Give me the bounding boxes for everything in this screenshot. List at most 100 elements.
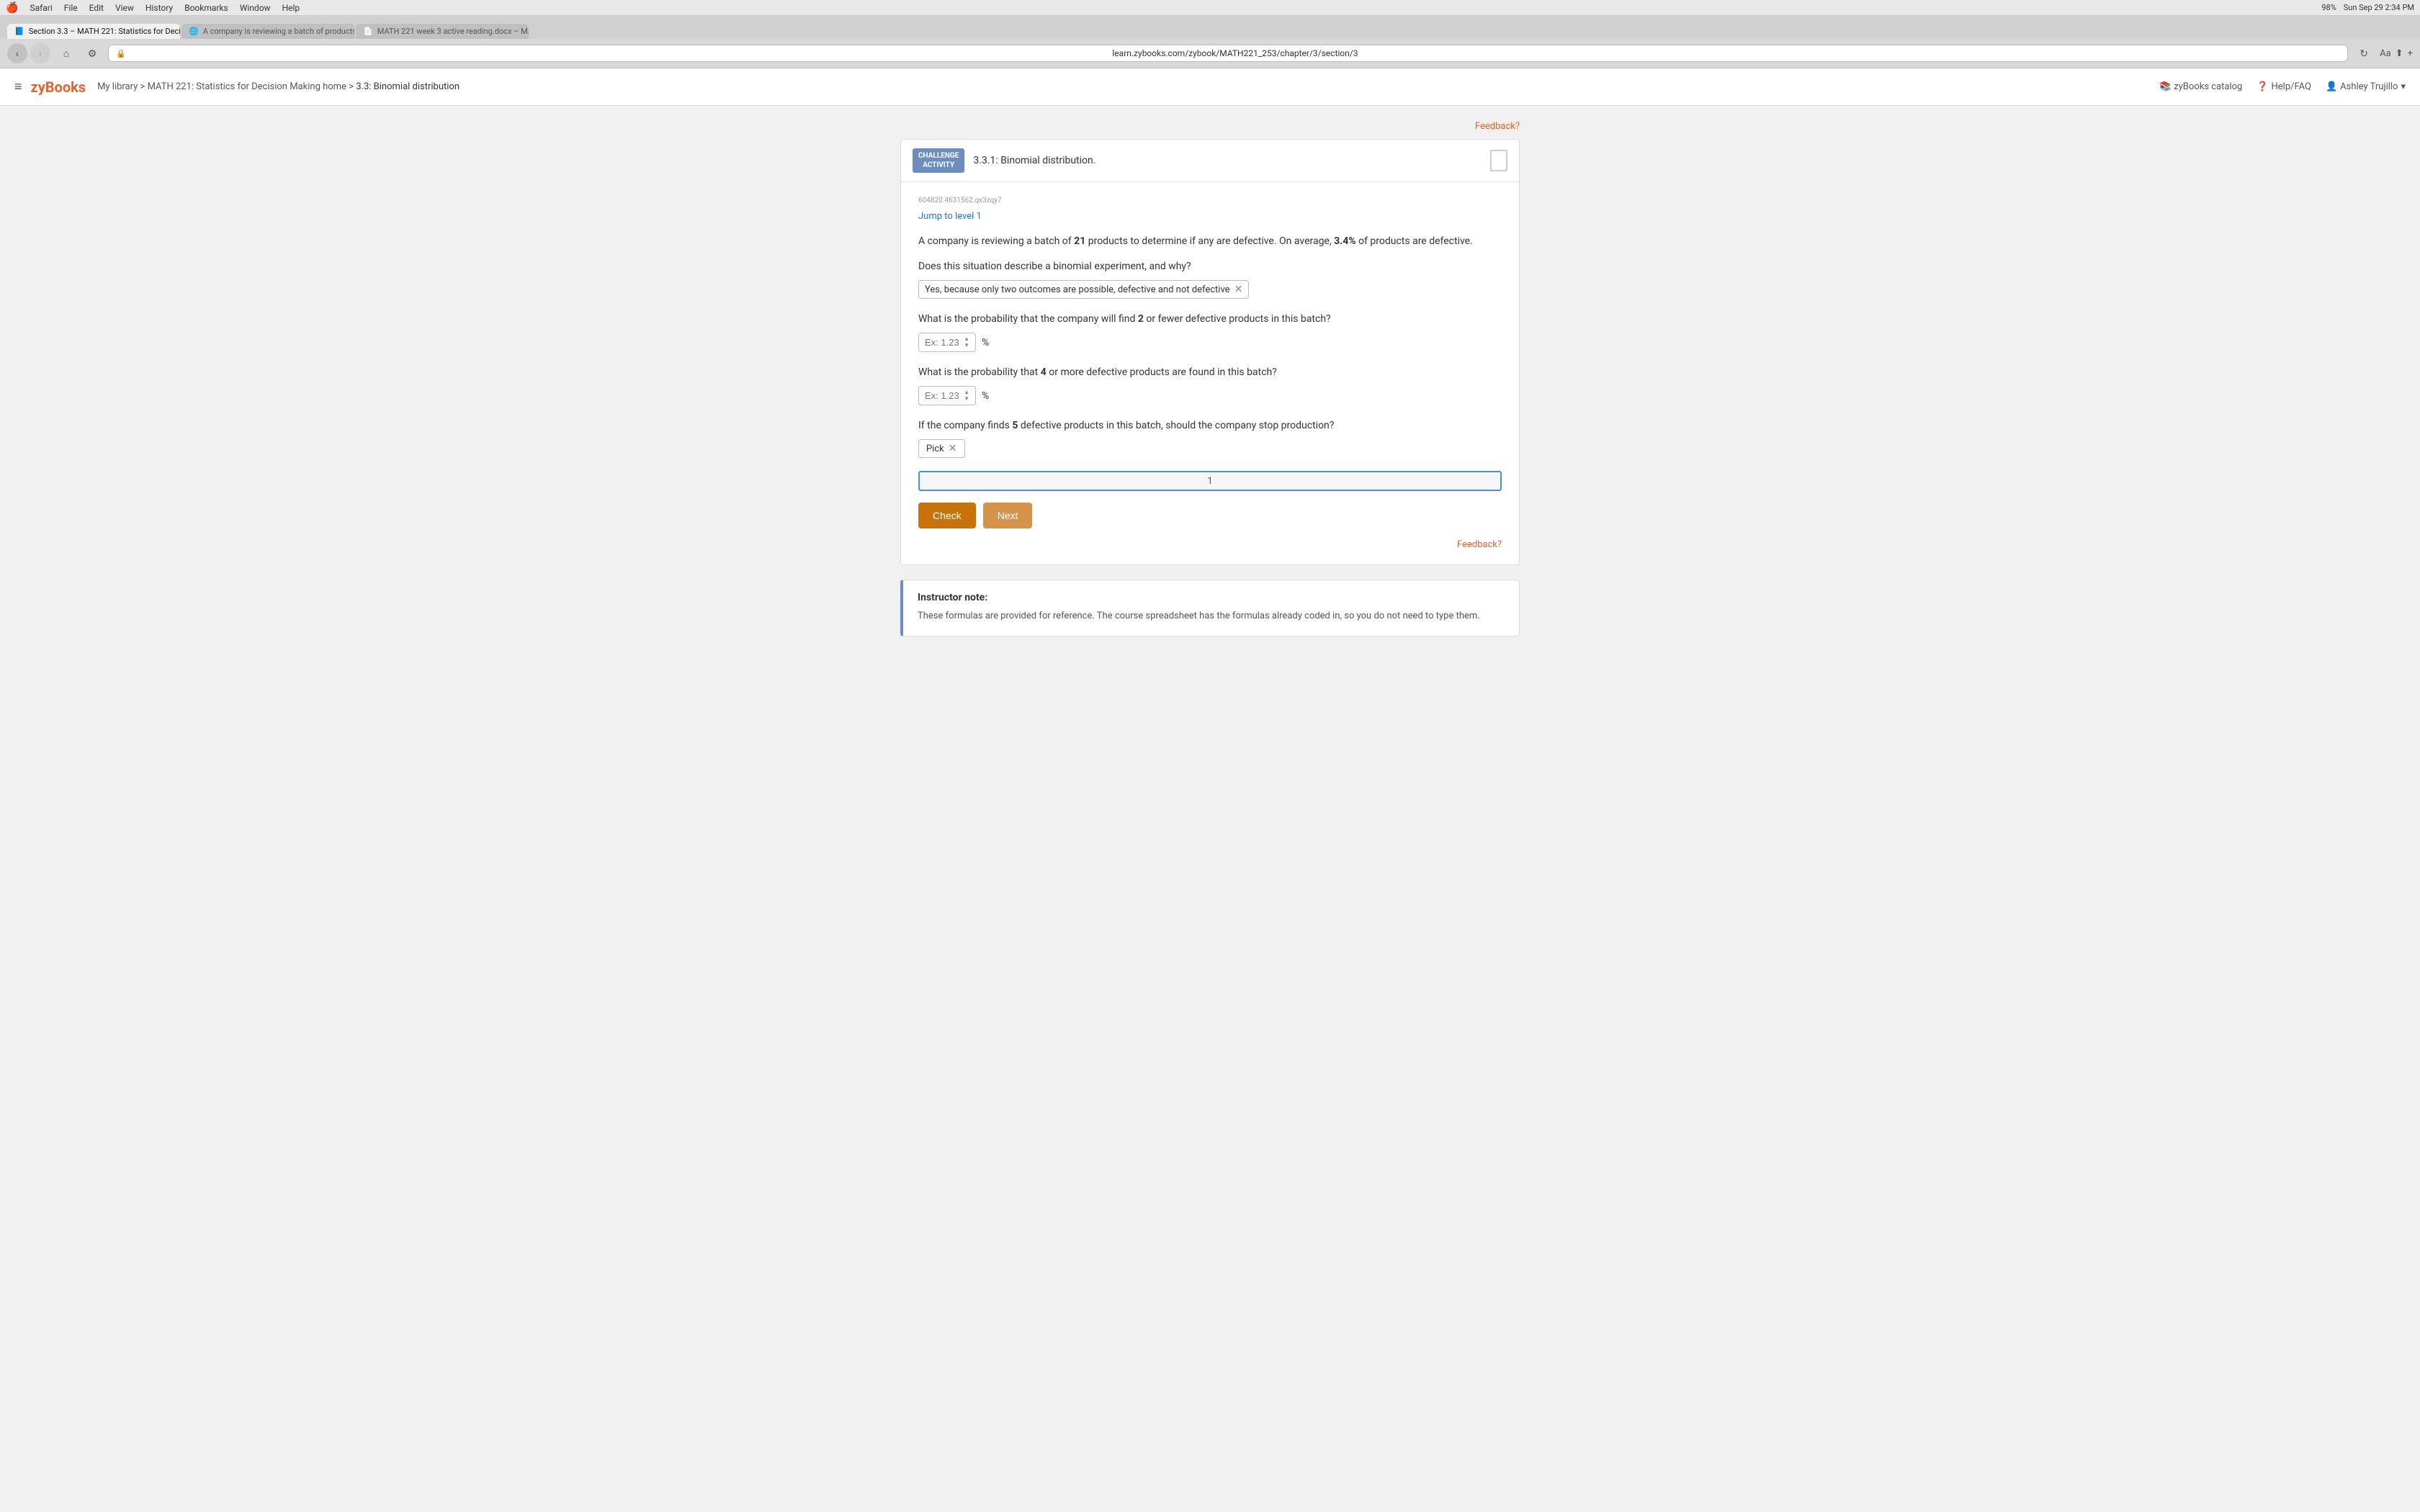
problem-text: A company is reviewing a batch of 21 pro…: [918, 233, 1502, 249]
problem-text-middle: products to determine if any are defecti…: [1088, 235, 1332, 247]
question-4-block: If the company finds 5 defective product…: [918, 418, 1502, 458]
user-menu[interactable]: 👤 Ashley Trujillo ▾: [2326, 81, 2406, 92]
jump-to-level-link[interactable]: Jump to level 1: [918, 211, 982, 222]
problem-bold-21: 21: [1074, 235, 1085, 247]
menu-file[interactable]: File: [64, 3, 78, 13]
new-tab-icon[interactable]: +: [2408, 48, 2413, 59]
menu-window[interactable]: Window: [240, 3, 271, 13]
clock: Sun Sep 29 2:34 PM: [2344, 3, 2414, 12]
activity-id: 604820.4631562.qx3zqy7: [918, 197, 1502, 204]
reader-view-icon[interactable]: Aa: [2380, 48, 2391, 59]
q2-input[interactable]: [925, 337, 961, 348]
next-button[interactable]: Next: [983, 503, 1033, 528]
address-bar[interactable]: 🔒 learn.zybooks.com/zybook/MATH221_253/c…: [108, 45, 2348, 62]
q1-dropdown[interactable]: Yes, because only two outcomes are possi…: [918, 280, 1249, 299]
catalog-label: zyBooks catalog: [2174, 81, 2242, 92]
header-right: 📚 zyBooks catalog ❓ Help/FAQ 👤 Ashley Tr…: [2159, 81, 2406, 92]
browser-toolbar: ‹ › ⌂ ⚙ 🔒 learn.zybooks.com/zybook/MATH2…: [0, 39, 2420, 68]
help-link[interactable]: ❓ Help/FAQ: [2257, 81, 2311, 92]
feedback-top-link[interactable]: Feedback?: [1475, 121, 1520, 132]
breadcrumb-sep1: >: [140, 81, 148, 92]
menu-safari[interactable]: Safari: [30, 3, 52, 13]
back-button[interactable]: ‹: [7, 43, 27, 63]
q2-stepper-down[interactable]: ▼: [964, 343, 969, 348]
home-button[interactable]: ⌂: [56, 43, 76, 63]
q2-number-input-box: ▲ ▼: [918, 333, 976, 352]
lock-icon: 🔒: [116, 49, 126, 58]
challenge-badge: CHALLENGE ACTIVITY: [913, 148, 964, 173]
instructor-note-text: These formulas are provided for referenc…: [918, 609, 1505, 624]
q3-label-before: What is the probability that: [918, 366, 1038, 378]
apple-menu[interactable]: 🍎: [6, 2, 18, 14]
q2-stepper: ▲ ▼: [964, 336, 969, 348]
breadcrumb-current: 3.3: Binomial distribution: [356, 81, 460, 92]
q4-bold: 5: [1012, 420, 1018, 431]
user-name: Ashley Trujillo: [2340, 81, 2398, 92]
q3-label-after: or more defective products are found in …: [1049, 366, 1277, 378]
tab-favicon-2: 🌐: [189, 27, 199, 36]
browser-chrome: ‹ › ⌂ ⚙ 🔒 learn.zybooks.com/zybook/MATH2…: [0, 39, 2420, 68]
menu-edit[interactable]: Edit: [89, 3, 104, 13]
q4-pick-dropdown[interactable]: Pick ✕: [918, 439, 965, 458]
q3-input-row: ▲ ▼ %: [918, 386, 1502, 405]
q2-stepper-up[interactable]: ▲: [964, 336, 969, 342]
q3-stepper-up[interactable]: ▲: [964, 390, 969, 395]
tab-3[interactable]: 📄 MATH 221 week 3 active reading.docx – …: [356, 24, 529, 39]
progress-bar: 1: [918, 471, 1502, 491]
challenge-body: 604820.4631562.qx3zqy7 Jump to level 1 A…: [901, 182, 1519, 564]
browser-right-tools: Aa ⬆ +: [2380, 48, 2413, 59]
q1-clear-icon[interactable]: ✕: [1234, 284, 1243, 295]
q4-label-before: If the company finds: [918, 420, 1010, 431]
question-2-block: What is the probability that the company…: [918, 312, 1502, 352]
breadcrumb-course[interactable]: MATH 221: Statistics for Decision Making…: [148, 81, 346, 92]
q3-stepper: ▲ ▼: [964, 390, 969, 402]
tab-favicon-3: 📄: [363, 27, 373, 36]
question-1-label: Does this situation describe a binomial …: [918, 259, 1502, 274]
battery-indicator: 98%: [2321, 3, 2336, 12]
app-header: ≡ zyBooks My library > MATH 221: Statist…: [0, 68, 2420, 106]
feedback-bottom: Feedback?: [918, 539, 1502, 550]
q4-pick-label: Pick: [926, 444, 944, 454]
help-icon: ❓: [2257, 81, 2268, 92]
page-wrapper: Feedback? CHALLENGE ACTIVITY 3.3.1: Bino…: [886, 106, 1534, 665]
menu-history[interactable]: History: [145, 3, 173, 13]
q1-answer-text: Yes, because only two outcomes are possi…: [925, 284, 1230, 295]
settings-button[interactable]: ⚙: [82, 43, 102, 63]
zybooks-catalog-link[interactable]: 📚 zyBooks catalog: [2159, 81, 2242, 92]
nav-buttons: ‹ ›: [7, 43, 50, 63]
tab-label-2: A company is reviewing a batch of produc…: [203, 27, 354, 36]
challenge-card: CHALLENGE ACTIVITY 3.3.1: Binomial distr…: [900, 139, 1520, 565]
tab-2[interactable]: 🌐 A company is reviewing a batch of prod…: [182, 24, 354, 39]
q3-stepper-down[interactable]: ▼: [964, 396, 969, 402]
q3-bold: 4: [1041, 366, 1047, 378]
breadcrumb-my-library[interactable]: My library: [97, 81, 138, 92]
breadcrumb-sep2: >: [349, 81, 356, 92]
hamburger-menu[interactable]: ≡: [14, 79, 22, 94]
problem-text-before: A company is reviewing a batch of: [918, 235, 1072, 247]
question-1-block: Does this situation describe a binomial …: [918, 259, 1502, 299]
refresh-button[interactable]: ↻: [2354, 43, 2374, 63]
q2-percent-label: %: [982, 337, 989, 348]
menu-help[interactable]: Help: [282, 3, 300, 13]
user-icon: 👤: [2326, 81, 2337, 92]
user-chevron-icon: ▾: [2401, 81, 2406, 92]
bookmark-icon[interactable]: [1490, 150, 1507, 171]
mac-menubar: 🍎 Safari File Edit View History Bookmark…: [0, 0, 2420, 16]
tab-label-3: MATH 221 week 3 active reading.docx – MA…: [377, 27, 529, 36]
q2-label-after: or fewer defective products in this batc…: [1146, 313, 1330, 325]
zybooks-logo[interactable]: zyBooks: [31, 78, 86, 96]
action-row: Check Next: [918, 503, 1502, 528]
menu-view[interactable]: View: [115, 3, 134, 13]
q4-label-after: defective products in this batch, should…: [1021, 420, 1335, 431]
share-icon[interactable]: ⬆: [2396, 48, 2403, 59]
challenge-badge-line1: CHALLENGE: [918, 152, 959, 160]
check-button[interactable]: Check: [918, 503, 976, 528]
question-2-label: What is the probability that the company…: [918, 312, 1502, 327]
tab-active[interactable]: 📘 Section 3.3 – MATH 221: Statistics for…: [7, 24, 180, 39]
q3-input[interactable]: [925, 390, 961, 401]
feedback-bottom-link[interactable]: Feedback?: [1457, 539, 1502, 550]
challenge-badge-line2: ACTIVITY: [923, 161, 954, 169]
menu-bookmarks[interactable]: Bookmarks: [184, 3, 228, 13]
forward-button[interactable]: ›: [30, 43, 50, 63]
browser-tabs: 📘 Section 3.3 – MATH 221: Statistics for…: [0, 16, 2420, 39]
